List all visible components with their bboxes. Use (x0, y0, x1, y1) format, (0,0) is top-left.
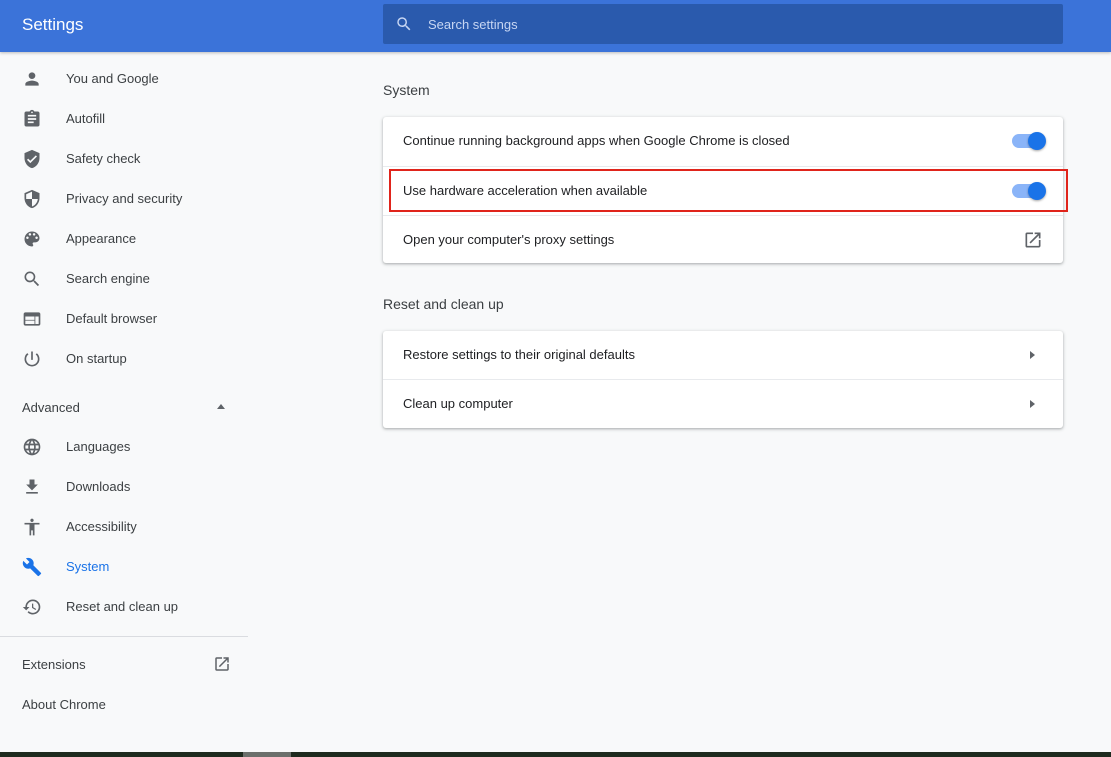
sidebar-item-languages[interactable]: Languages (0, 427, 248, 467)
sidebar-item-label: Languages (66, 439, 131, 454)
row-label: Open your computer's proxy settings (403, 232, 615, 247)
sidebar-item-label: System (66, 559, 110, 574)
history-icon (22, 597, 42, 617)
sidebar-item-appearance[interactable]: Appearance (0, 219, 248, 259)
about-chrome-label: About Chrome (22, 697, 106, 712)
hardware-acceleration-row[interactable]: Use hardware acceleration when available (383, 166, 1063, 215)
palette-icon (22, 229, 42, 249)
app-title: Settings (22, 15, 84, 34)
extensions-label: Extensions (22, 657, 86, 672)
sidebar-item-label: Accessibility (66, 519, 137, 534)
taskbar-item[interactable] (243, 752, 291, 757)
advanced-toggle[interactable]: Advanced (0, 387, 248, 427)
search-box[interactable] (383, 4, 1063, 44)
sidebar-item-on-startup[interactable]: On startup (0, 339, 248, 379)
system-card: Continue running background apps when Go… (383, 117, 1063, 263)
arrow-right-icon (1030, 351, 1035, 359)
shield-check-icon (22, 149, 42, 169)
download-icon (22, 477, 42, 497)
sidebar-item-safety-check[interactable]: Safety check (0, 139, 248, 179)
person-icon (22, 69, 42, 89)
sidebar-item-autofill[interactable]: Autofill (0, 99, 248, 139)
sidebar-item-downloads[interactable]: Downloads (0, 467, 248, 507)
sidebar-item-search-engine[interactable]: Search engine (0, 259, 248, 299)
sidebar: You and Google Autofill Safety check Pri… (0, 52, 248, 752)
open-in-new-icon (213, 655, 231, 673)
sidebar-item-you-and-google[interactable]: You and Google (0, 59, 248, 99)
row-label: Continue running background apps when Go… (403, 133, 790, 148)
background-apps-row[interactable]: Continue running background apps when Go… (383, 117, 1063, 166)
section-title-system: System (383, 82, 430, 98)
sidebar-item-label: You and Google (66, 71, 159, 86)
sidebar-item-extensions[interactable]: Extensions (0, 644, 248, 684)
search-input[interactable] (428, 4, 1048, 44)
shield-icon (22, 189, 42, 209)
sidebar-item-default-browser[interactable]: Default browser (0, 299, 248, 339)
reset-card: Restore settings to their original defau… (383, 331, 1063, 428)
restore-defaults-row[interactable]: Restore settings to their original defau… (383, 331, 1063, 380)
sidebar-item-label: Reset and clean up (66, 599, 179, 614)
top-bar: Settings (0, 0, 1111, 52)
sidebar-item-label: Downloads (66, 479, 131, 494)
sidebar-item-accessibility[interactable]: Accessibility (0, 507, 248, 547)
caret-up-icon (217, 404, 225, 409)
hardware-acceleration-toggle[interactable] (1012, 182, 1046, 200)
browser-icon (22, 309, 42, 329)
sidebar-item-label: Search engine (66, 271, 150, 286)
sidebar-item-reset-and-clean-up[interactable]: Reset and clean up (0, 587, 248, 627)
search-icon (22, 269, 42, 289)
toggle-knob (1028, 182, 1046, 200)
toggle-knob (1028, 132, 1046, 150)
power-icon (22, 349, 42, 369)
sidebar-item-label: Privacy and security (66, 191, 183, 206)
sidebar-divider (0, 636, 248, 637)
sidebar-item-label: Appearance (66, 231, 137, 246)
open-in-new-icon[interactable] (1023, 230, 1043, 250)
sidebar-item-label: Autofill (66, 111, 106, 126)
sidebar-item-label: On startup (66, 351, 127, 366)
proxy-settings-row[interactable]: Open your computer's proxy settings (383, 215, 1063, 264)
advanced-label: Advanced (22, 400, 80, 415)
clean-up-computer-row[interactable]: Clean up computer (383, 379, 1063, 428)
globe-icon (22, 437, 42, 457)
sidebar-item-system[interactable]: System (0, 547, 248, 587)
section-title-reset: Reset and clean up (383, 296, 504, 312)
wrench-icon (22, 557, 42, 577)
sidebar-item-label: Default browser (66, 311, 158, 326)
background-apps-toggle[interactable] (1012, 132, 1046, 150)
search-icon (395, 15, 413, 33)
arrow-right-icon (1030, 400, 1035, 408)
clipboard-icon (22, 109, 42, 129)
sidebar-item-about-chrome[interactable]: About Chrome (0, 684, 248, 724)
row-label: Restore settings to their original defau… (403, 347, 635, 362)
accessibility-icon (22, 517, 42, 537)
row-label: Use hardware acceleration when available (403, 183, 648, 198)
sidebar-item-label: Safety check (66, 151, 141, 166)
row-label: Clean up computer (403, 396, 513, 411)
taskbar-strip (0, 752, 1111, 757)
sidebar-item-privacy-and-security[interactable]: Privacy and security (0, 179, 248, 219)
